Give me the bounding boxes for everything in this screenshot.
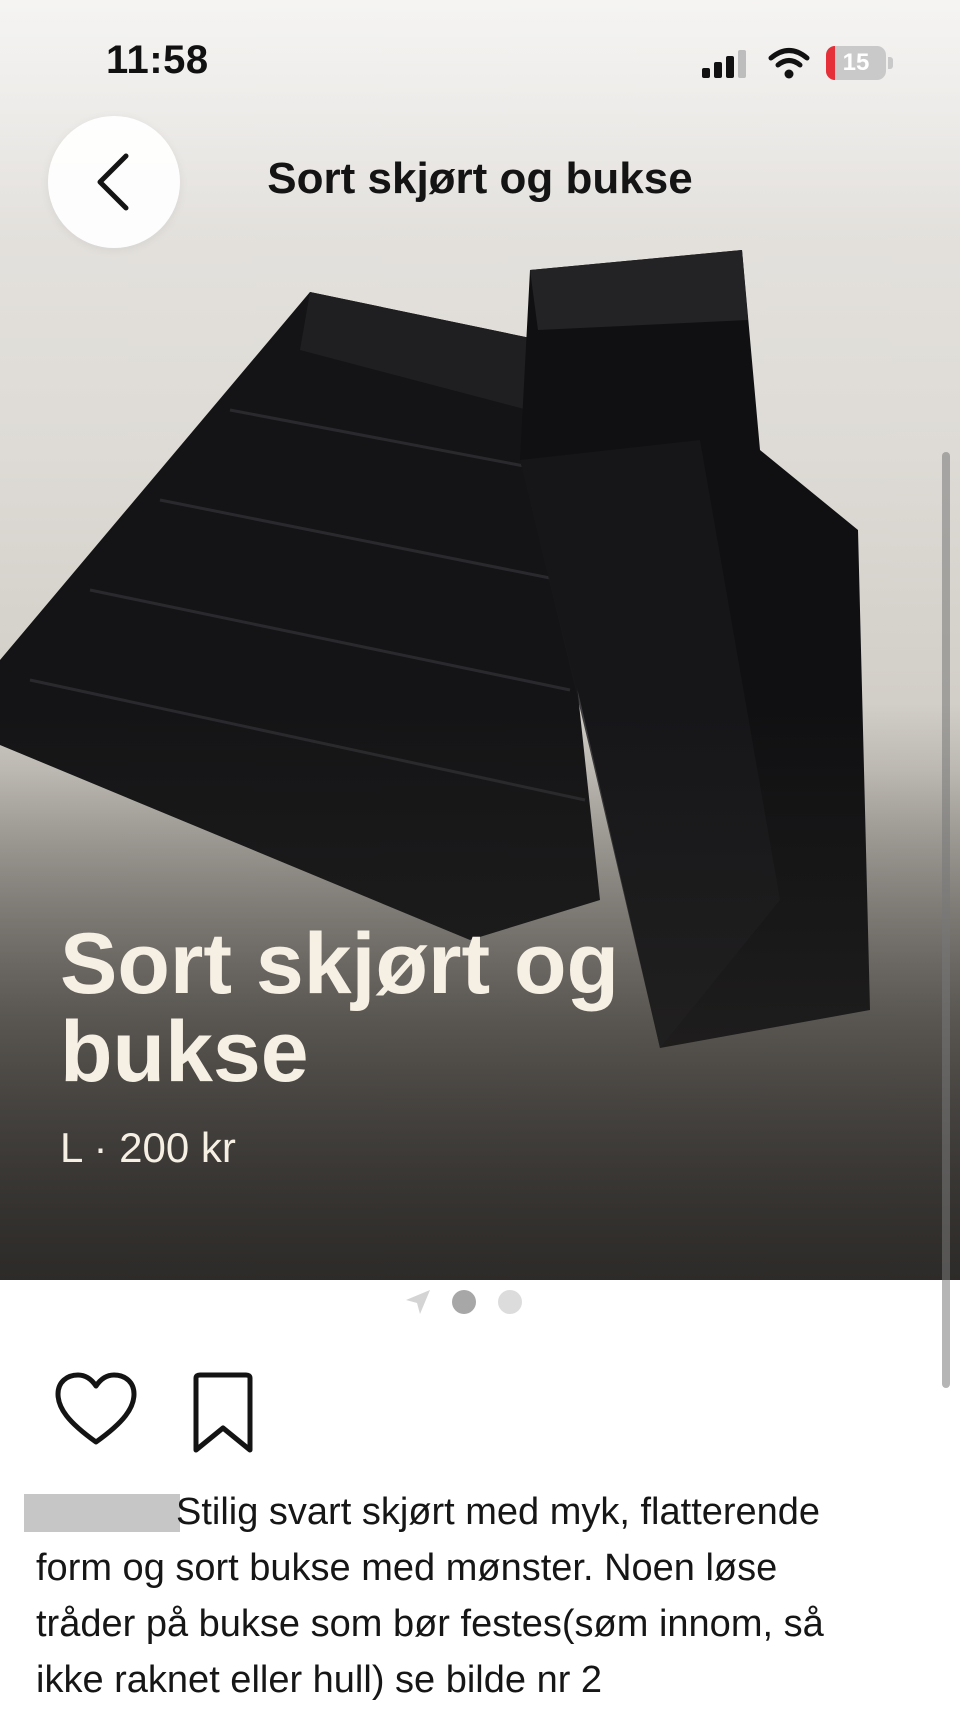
location-arrow-icon [406, 1290, 430, 1314]
battery-body: 15 [826, 46, 886, 80]
description-text: Stilig svart skjørt med myk, flatterende… [36, 1491, 824, 1701]
battery-icon: 15 [826, 46, 896, 80]
listing-size-price: L · 200 kr [60, 1124, 236, 1171]
like-button[interactable] [54, 1372, 138, 1448]
listing-title: Sort skjørt og bukse [60, 916, 620, 1100]
battery-tip [888, 57, 893, 69]
chevron-left-icon [97, 153, 129, 211]
listing-screen: 11:58 15 Sort skjørt og bukse Sort skjør… [0, 0, 960, 1728]
save-button[interactable] [188, 1372, 258, 1454]
battery-level: 15 [842, 49, 870, 76]
nav-title: Sort skjørt og bukse [267, 154, 693, 203]
cellular-signal-icon [702, 50, 746, 78]
status-bar: 11:58 15 [0, 0, 960, 120]
back-button[interactable] [48, 116, 180, 248]
bookmark-icon [193, 1372, 253, 1453]
status-time: 11:58 [106, 38, 209, 82]
scrollbar[interactable] [942, 452, 950, 1388]
listing-description: Stilig svart skjørt med myk, flatterende… [36, 1484, 936, 1708]
heart-icon [55, 1372, 137, 1445]
image-pager [404, 1286, 544, 1318]
wifi-icon [768, 48, 810, 79]
pager-dot-2[interactable] [498, 1290, 522, 1314]
pager-dot-1[interactable] [452, 1290, 476, 1314]
